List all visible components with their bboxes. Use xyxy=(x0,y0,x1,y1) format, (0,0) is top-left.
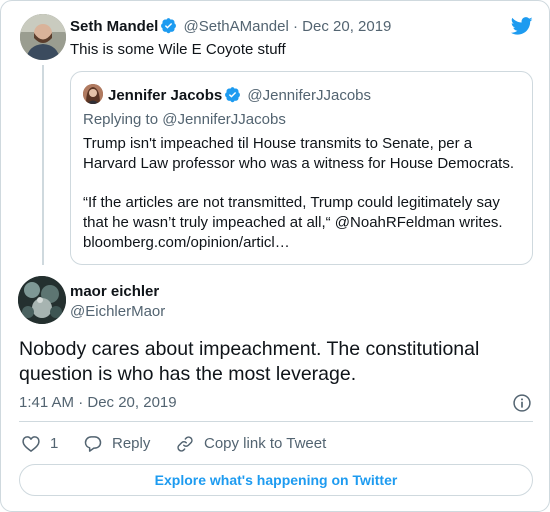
maor-eichler-avatar[interactable] xyxy=(18,276,66,324)
quoted-tweet-header: Jennifer Jacobs @JenniferJJacobs xyxy=(108,86,371,108)
reply-bubble-icon xyxy=(84,436,102,452)
main-tweet-text: Nobody cares about impeachment. The cons… xyxy=(19,338,480,385)
copy-link-button[interactable]: Copy link to Tweet xyxy=(175,433,326,455)
jennifer-jacobs-avatar[interactable] xyxy=(83,84,103,104)
info-icon[interactable] xyxy=(512,393,532,413)
like-button[interactable]: 1 xyxy=(21,433,58,455)
quoted-paragraph-2: “If the articles are not transmitted, Tr… xyxy=(83,193,523,253)
quoted-author-name[interactable]: Jennifer Jacobs xyxy=(108,87,222,104)
parent-author-name[interactable]: Seth Mandel xyxy=(70,18,158,35)
reply-button[interactable]: Reply xyxy=(83,433,150,455)
twitter-bird-icon[interactable] xyxy=(510,15,534,37)
reply-label: Reply xyxy=(112,435,151,452)
parent-tweet-date[interactable]: Dec 20, 2019 xyxy=(302,18,391,35)
link-icon xyxy=(177,436,193,452)
header-separator: · xyxy=(293,18,298,35)
quoted-link[interactable]: bloomberg.com/opinion/articl… xyxy=(83,234,290,251)
quoted-tweet[interactable]: Jennifer Jacobs @JenniferJJacobs Replyin… xyxy=(70,71,533,265)
verified-badge-icon xyxy=(224,86,241,108)
quoted-paragraph-2-text: “If the articles are not transmitted, Tr… xyxy=(83,194,503,231)
embedded-tweet-card: Seth Mandel @SethAMandel · Dec 20, 2019 … xyxy=(0,0,550,512)
quoted-tweet-body: Trump isn't impeached til House transmit… xyxy=(83,134,523,253)
thread-connector-line xyxy=(42,65,44,265)
main-author-handle[interactable]: @EichlerMaor xyxy=(70,303,165,321)
quoted-paragraph-1: Trump isn't impeached til House transmit… xyxy=(83,135,515,172)
quoted-author-handle[interactable]: @JenniferJJacobs xyxy=(247,87,371,104)
actions-divider xyxy=(19,421,533,422)
seth-mandel-avatar[interactable] xyxy=(20,14,66,60)
parent-tweet-header: Seth Mandel @SethAMandel · Dec 20, 2019 xyxy=(70,17,391,39)
copy-link-label: Copy link to Tweet xyxy=(204,435,327,452)
heart-icon xyxy=(22,436,40,452)
parent-tweet-text: This is some Wile E Coyote stuff xyxy=(70,41,286,58)
main-tweet-timestamp[interactable]: 1:41 AM · Dec 20, 2019 xyxy=(19,394,177,412)
like-count: 1 xyxy=(50,435,59,452)
replying-to-label: Replying to @JenniferJJacobs xyxy=(83,111,286,128)
verified-badge-icon xyxy=(160,17,177,39)
parent-author-handle[interactable]: @SethAMandel xyxy=(184,18,289,35)
main-author-name[interactable]: maor eichler xyxy=(70,283,159,301)
explore-twitter-button[interactable]: Explore what's happening on Twitter xyxy=(19,464,533,496)
